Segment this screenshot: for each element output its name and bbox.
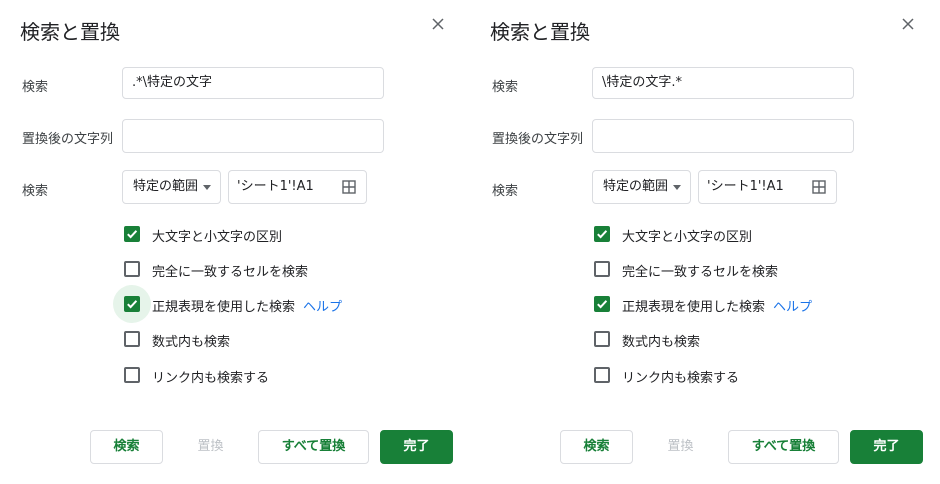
option-label: 正規表現を使用した検索 — [622, 300, 766, 315]
scope-dropdown[interactable]: 特定の範囲 — [592, 170, 691, 204]
checkmark-icon — [597, 230, 608, 239]
search-label: 検索 — [22, 80, 49, 95]
option-label: 正規表現を使用した検索 — [152, 300, 296, 315]
checkbox-regex[interactable] — [594, 296, 610, 312]
done-button[interactable]: 完了 — [380, 430, 453, 464]
search-label: 検索 — [492, 80, 519, 95]
option-label: 大文字と小文字の区別 — [622, 230, 753, 245]
done-button[interactable]: 完了 — [850, 430, 923, 464]
range-input[interactable]: 'シート1'!A1 — [698, 170, 837, 204]
scope-dropdown[interactable]: 特定の範囲 — [122, 170, 221, 204]
range-value: 'シート1'!A1 — [237, 179, 314, 194]
replace-button[interactable]: 置換 — [174, 430, 247, 464]
close-icon[interactable] — [900, 16, 916, 32]
option-label: 完全に一致するセルを検索 — [152, 265, 309, 280]
search-input[interactable]: .*\特定の文字 — [122, 67, 384, 99]
checkbox-search-formulas[interactable] — [594, 331, 610, 347]
option-label: 完全に一致するセルを検索 — [622, 265, 779, 280]
close-icon[interactable] — [430, 16, 446, 32]
help-link[interactable]: ヘルプ — [773, 300, 812, 315]
grid-icon[interactable] — [342, 180, 356, 194]
caret-down-icon — [673, 185, 681, 190]
option-label: リンク内も検索する — [622, 371, 740, 386]
replace-all-button[interactable]: すべて置換 — [728, 430, 839, 464]
option-label: 数式内も検索 — [622, 335, 701, 350]
replace-label: 置換後の文字列 — [22, 132, 114, 147]
checkbox-search-links[interactable] — [124, 367, 140, 383]
find-button[interactable]: 検索 — [90, 430, 163, 464]
grid-icon[interactable] — [812, 180, 826, 194]
scope-label: 検索 — [22, 184, 49, 199]
find-button[interactable]: 検索 — [560, 430, 633, 464]
replace-button[interactable]: 置換 — [644, 430, 717, 464]
replace-input[interactable] — [592, 119, 854, 153]
scope-value: 特定の範囲 — [133, 179, 199, 194]
scope-value: 特定の範囲 — [603, 179, 669, 194]
checkmark-icon — [127, 230, 138, 239]
checkmark-icon — [127, 300, 138, 309]
range-input[interactable]: 'シート1'!A1 — [228, 170, 367, 204]
scope-label: 検索 — [492, 184, 519, 199]
replace-all-button[interactable]: すべて置換 — [258, 430, 369, 464]
find-replace-dialog-left: 検索と置換 検索 .*\特定の文字 置換後の文字列 検索 特定の範囲 'シート1… — [0, 0, 470, 484]
checkbox-match-entire-cell[interactable] — [594, 261, 610, 277]
help-link[interactable]: ヘルプ — [303, 300, 342, 315]
checkbox-match-case[interactable] — [594, 226, 610, 242]
checkbox-search-links[interactable] — [594, 367, 610, 383]
checkbox-search-formulas[interactable] — [124, 331, 140, 347]
caret-down-icon — [203, 185, 211, 190]
checkbox-match-entire-cell[interactable] — [124, 261, 140, 277]
find-replace-dialog-right: 検索と置換 検索 \特定の文字.* 置換後の文字列 検索 特定の範囲 'シート1… — [470, 0, 940, 484]
search-input[interactable]: \特定の文字.* — [592, 67, 854, 99]
option-label: リンク内も検索する — [152, 371, 270, 386]
option-label: 大文字と小文字の区別 — [152, 230, 283, 245]
dialog-title: 検索と置換 — [490, 20, 590, 44]
checkmark-icon — [597, 300, 608, 309]
replace-label: 置換後の文字列 — [492, 132, 584, 147]
checkbox-regex[interactable] — [124, 296, 140, 312]
checkbox-match-case[interactable] — [124, 226, 140, 242]
option-label: 数式内も検索 — [152, 335, 231, 350]
range-value: 'シート1'!A1 — [707, 179, 784, 194]
replace-input[interactable] — [122, 119, 384, 153]
dialog-title: 検索と置換 — [20, 20, 120, 44]
